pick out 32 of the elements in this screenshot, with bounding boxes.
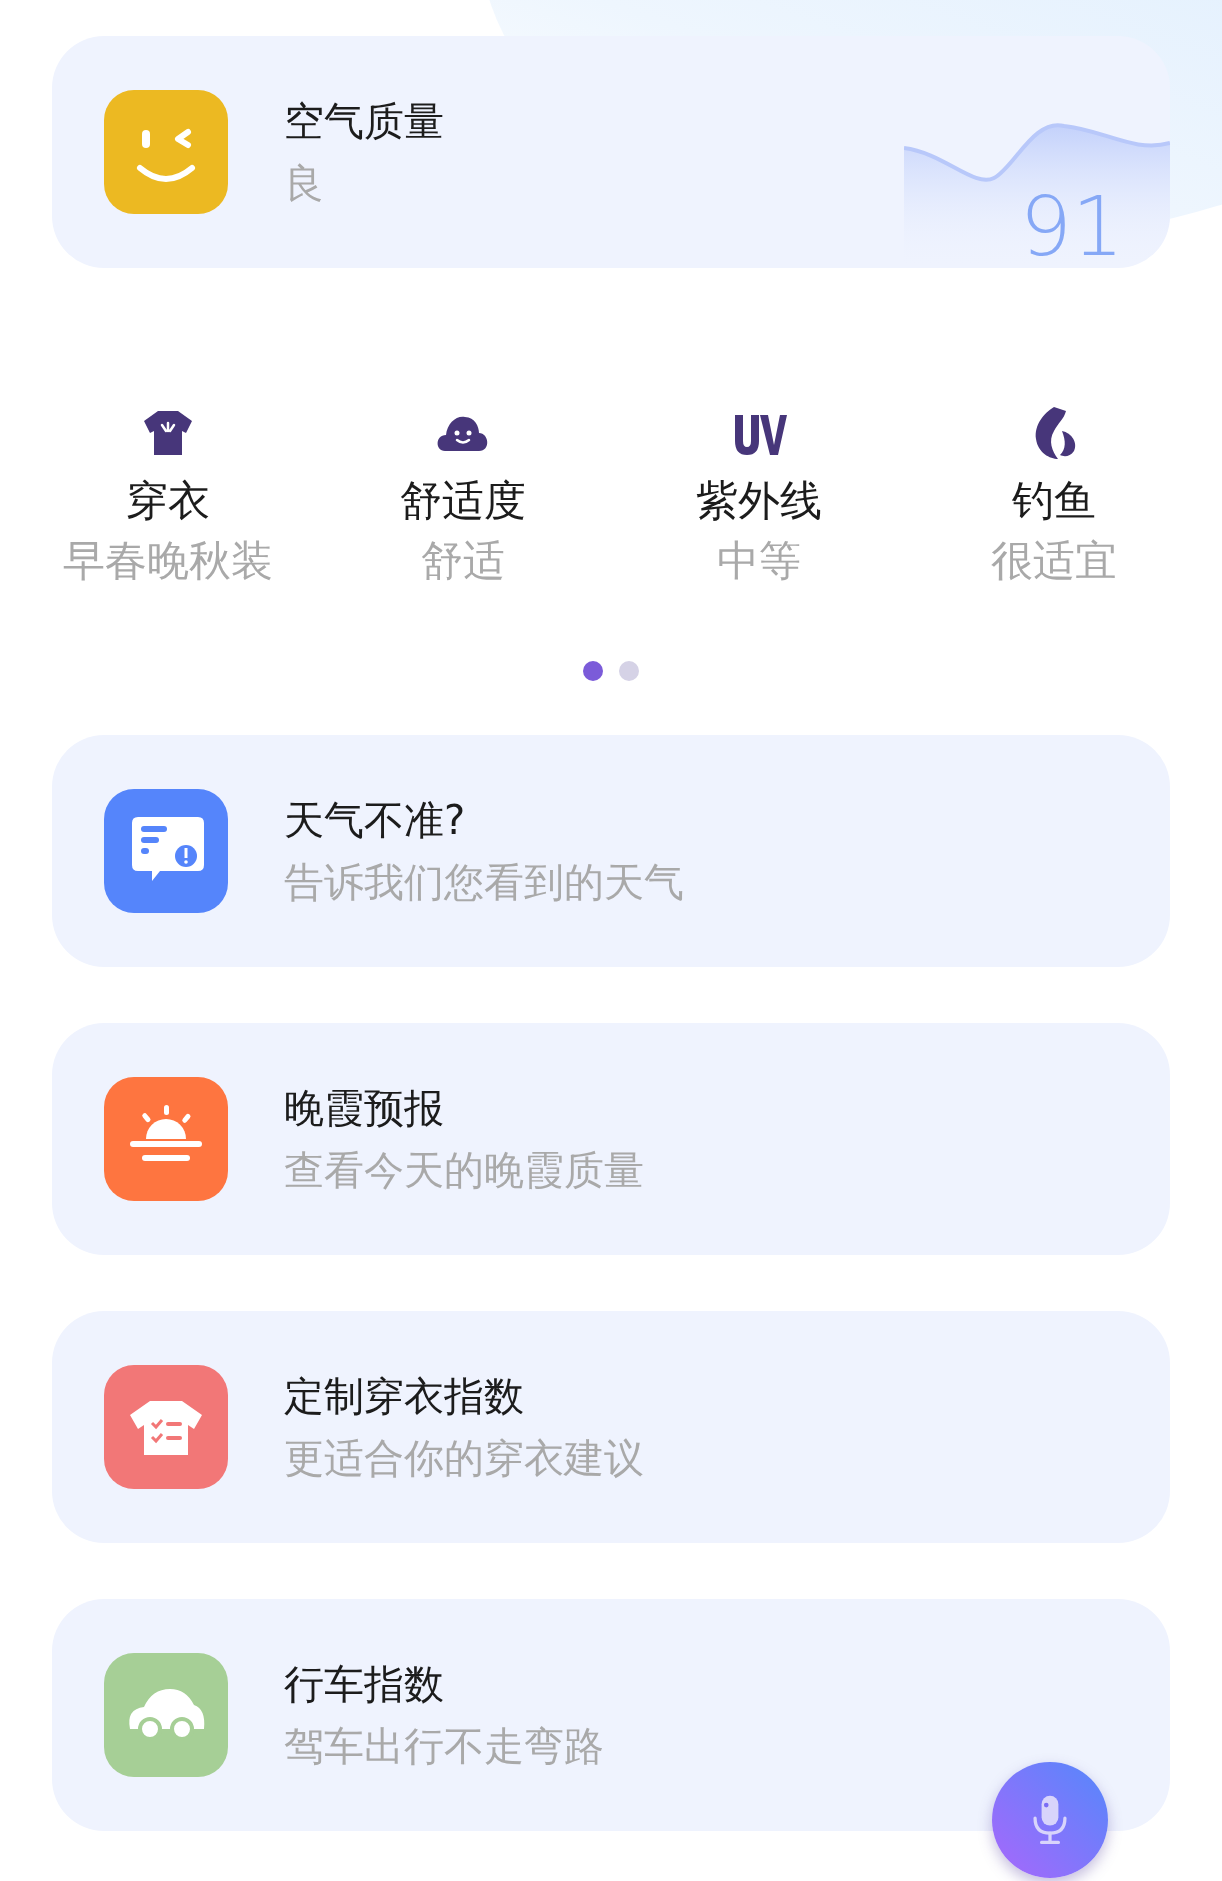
index-title: 穿衣 [125, 475, 210, 527]
card-title: 晚霞预报 [284, 1084, 445, 1133]
feature-card[interactable]: 定制穿衣指数 更适合你的穿衣建议 [52, 1311, 1170, 1543]
feature-card[interactable]: 晚霞预报 查看今天的晚霞质量 [52, 1023, 1170, 1255]
card-subtitle: 良 [284, 159, 325, 208]
index-title: 紫外线 [695, 475, 822, 527]
shirt-checklist-icon [104, 1365, 228, 1489]
air-quality-card[interactable]: 空气质量 良 91 [52, 36, 1170, 268]
index-value: 舒适 [421, 535, 506, 587]
feature-card[interactable]: 天气不准? 告诉我们您看到的天气 [52, 735, 1170, 967]
card-title: 行车指数 [284, 1660, 445, 1709]
card-subtitle: 告诉我们您看到的天气 [284, 858, 684, 907]
car-icon [104, 1653, 228, 1777]
sunset-icon [104, 1077, 228, 1201]
page-indicator-dot[interactable] [583, 661, 603, 681]
index-value: 早春晚秋装 [62, 535, 273, 587]
message-alert-icon [104, 789, 228, 913]
index-title: 舒适度 [400, 475, 527, 527]
index-value: 中等 [716, 535, 801, 587]
page-indicator-dot[interactable] [619, 661, 639, 681]
index-value: 很适宜 [991, 535, 1118, 587]
card-title: 定制穿衣指数 [284, 1372, 525, 1421]
voice-input-button[interactable] [992, 1762, 1108, 1878]
card-title: 天气不准? [284, 796, 467, 845]
aqi-value: 91 [1019, 186, 1124, 268]
card-subtitle: 更适合你的穿衣建议 [284, 1434, 644, 1483]
winking-face-icon [104, 90, 228, 214]
card-subtitle: 驾车出行不走弯路 [284, 1722, 604, 1771]
card-title: 空气质量 [284, 97, 444, 146]
feature-card[interactable]: 行车指数 驾车出行不走弯路 [52, 1599, 1170, 1831]
index-title: 钓鱼 [1012, 475, 1097, 527]
card-subtitle: 查看今天的晚霞质量 [284, 1146, 644, 1195]
